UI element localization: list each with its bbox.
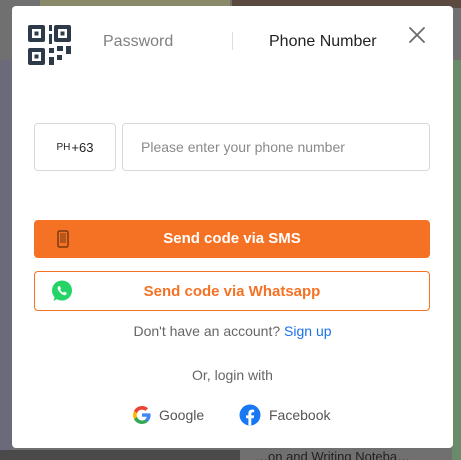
send-whatsapp-label: Send code via Whatsapp (143, 283, 321, 300)
google-label: Google (159, 407, 205, 423)
social-login-heading: Or, login with (192, 367, 273, 383)
phone-number-input[interactable] (122, 123, 430, 171)
background-content (0, 450, 240, 460)
send-whatsapp-button[interactable]: Send code via Whatsapp (34, 271, 430, 311)
country-prefix: PH (56, 141, 71, 153)
google-icon (133, 406, 151, 424)
send-sms-button[interactable]: Send code via SMS (34, 220, 430, 258)
background-content (0, 60, 12, 460)
background-content (452, 60, 461, 460)
google-login-button[interactable]: Google (133, 404, 204, 426)
tab-phone-number[interactable]: Phone Number (269, 32, 377, 52)
signup-row: Don't have an account? Sign up (12, 323, 453, 339)
tab-divider (232, 32, 233, 50)
facebook-login-button[interactable]: Facebook (239, 404, 330, 426)
facebook-label: Facebook (269, 407, 331, 423)
facebook-icon (239, 404, 261, 426)
close-icon[interactable] (408, 26, 426, 44)
tab-password[interactable]: Password (103, 32, 173, 52)
country-code-selector[interactable]: PH +63 (34, 123, 116, 171)
signup-link[interactable]: Sign up (284, 323, 331, 339)
qr-code-icon[interactable] (27, 24, 73, 67)
background-text: …on and Writing Noteba… (255, 451, 411, 460)
login-modal: Password Phone Number PH +63 Send code v… (12, 6, 453, 448)
signup-prompt: Don't have an account? (133, 323, 281, 339)
send-sms-label: Send code via SMS (163, 230, 301, 247)
country-code: +63 (71, 139, 94, 155)
